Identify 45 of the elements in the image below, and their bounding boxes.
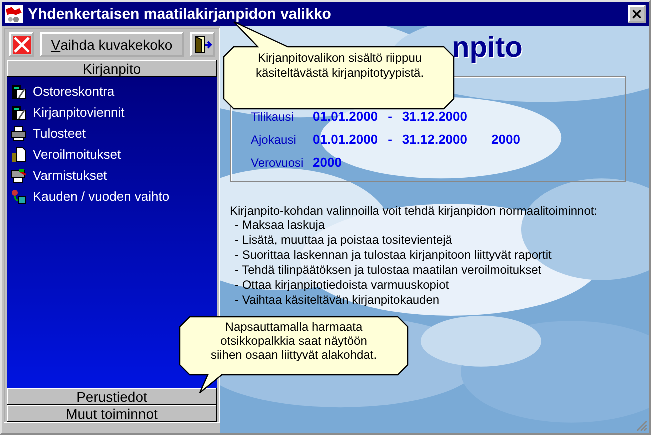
resize-icons-button[interactable]: Vaihda kuvakekoko (40, 32, 184, 57)
cancel-button[interactable] (9, 32, 34, 57)
list-item: - Vaihtaa käsiteltävän kirjanpitokauden (235, 293, 441, 308)
section-header[interactable]: Muut toiminnot (7, 405, 217, 422)
year-value: 2000 (313, 155, 342, 170)
list-item: - Suorittaa laskennan ja tulostaa kirjanpitoon liittyvät raportit (235, 248, 553, 263)
exit-button[interactable] (190, 32, 215, 57)
window-title: Yhdenkertaisen maatilakirjanpidon valikko (28, 6, 332, 22)
end-date: 31.12.2000 (402, 132, 468, 147)
intro-text: Kirjanpito-kohdan valinnoilla voit tehdä kirjanpidon normaalitoiminnot: (230, 204, 599, 218)
period-label: Verovuosi (251, 156, 305, 170)
end-date: 31.12.2000 (402, 109, 468, 124)
start-date: 01.01.2000 (313, 132, 378, 147)
list-item: - Lisätä, muuttaa ja poistaa tositevientejä (235, 233, 454, 248)
menu-item[interactable]: Kirjanpitoviennit (11, 102, 125, 123)
app-icon (5, 5, 23, 23)
date-separator: - (388, 109, 392, 124)
document-icon (11, 146, 27, 162)
backup-icon (11, 168, 27, 184)
period-label: Tilikausi (251, 110, 295, 124)
printer-icon (11, 126, 27, 142)
resize-grip-icon (634, 418, 648, 432)
page-title: npito (452, 31, 524, 66)
door-icon (194, 36, 212, 54)
ledger-icon (11, 104, 27, 120)
swap-icon (11, 188, 27, 204)
menu-item[interactable]: Kauden / vuoden vaihto (11, 186, 170, 207)
year-value: 2000 (492, 132, 520, 147)
ledger-icon (11, 84, 27, 100)
menu-item[interactable]: Tulosteet (11, 123, 86, 144)
callout-text: Napsauttamalla harmaata otsikkopalkkia saat näytöön siihen osaan liittyvät alakohdat. (210, 320, 378, 362)
date-separator: - (388, 132, 392, 147)
list-item: - Tehdä tilinpäätöksen ja tulostaa maatilan veroilmoitukset (235, 263, 543, 278)
section-header[interactable]: Kirjanpito (7, 60, 217, 77)
list-item: - Ottaa kirjanpitotiedoista varmuuskopiot (235, 278, 450, 293)
section-header[interactable]: Perustiedot (7, 388, 217, 405)
menu-item[interactable]: Veroilmoitukset (11, 144, 122, 165)
list-item: - Maksaa laskuja (235, 218, 326, 233)
callout-text: Kirjanpitovalikon sisältö riippuu käsiteltävästä kirjanpitotyypistä. (254, 51, 426, 81)
close-button[interactable]: × (628, 5, 646, 23)
menu-item[interactable]: Ostoreskontra (11, 81, 115, 102)
cross-icon (12, 36, 30, 54)
menu-item[interactable]: Varmistukset (11, 165, 108, 186)
start-date: 01.01.2000 (313, 109, 378, 124)
period-label: Ajokausi (251, 133, 298, 147)
